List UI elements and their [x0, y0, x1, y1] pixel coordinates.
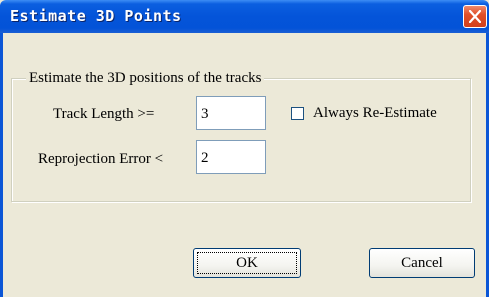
ok-button[interactable]: OK [193, 248, 301, 278]
reprojection-error-input[interactable] [196, 140, 266, 174]
close-icon [469, 10, 481, 23]
dialog-window: Estimate 3D Points Estimate the 3D posit… [0, 0, 489, 297]
ok-button-label: OK [236, 255, 258, 271]
window-title: Estimate 3D Points [10, 7, 182, 25]
cancel-button[interactable]: Cancel [369, 248, 475, 278]
groupbox-legend: Estimate the 3D positions of the tracks [26, 70, 265, 86]
always-reestimate-label[interactable]: Always Re-Estimate [313, 105, 437, 121]
track-length-label: Track Length >= [53, 106, 155, 122]
cancel-button-label: Cancel [401, 255, 443, 271]
title-bar[interactable]: Estimate 3D Points [0, 0, 489, 33]
track-length-input[interactable] [196, 96, 266, 130]
reprojection-error-label: Reprojection Error < [38, 151, 164, 167]
window-frame-left [0, 33, 3, 297]
close-button[interactable] [463, 5, 487, 28]
always-reestimate-checkbox[interactable] [291, 107, 304, 120]
